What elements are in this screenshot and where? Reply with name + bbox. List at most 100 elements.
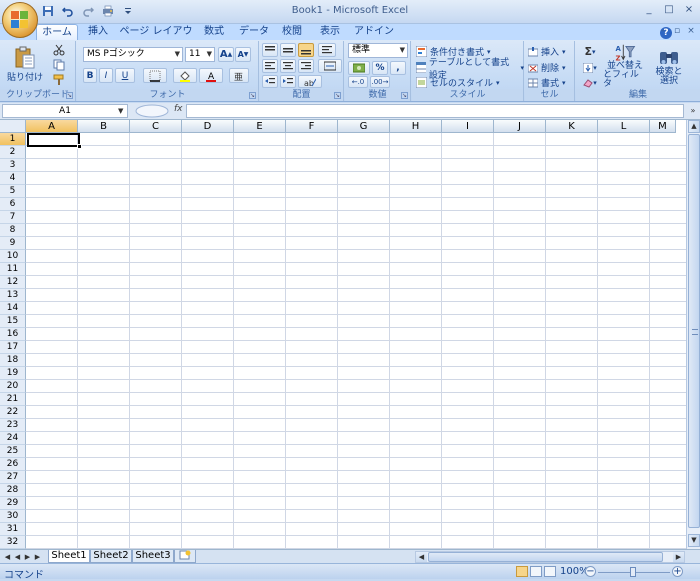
vertical-scrollbar[interactable]: ▲ ▼ xyxy=(686,120,700,549)
number-launcher-icon[interactable]: ↘ xyxy=(401,92,408,99)
formula-input[interactable] xyxy=(186,104,684,118)
format-painter-button[interactable] xyxy=(50,73,68,87)
wrap-text-button[interactable] xyxy=(318,43,336,57)
increase-indent-button[interactable] xyxy=(280,75,296,88)
row-header[interactable]: 12 xyxy=(0,276,26,289)
first-sheet-button[interactable]: ◀ xyxy=(3,551,12,563)
row-header[interactable]: 22 xyxy=(0,406,26,419)
column-header[interactable]: G xyxy=(338,120,390,133)
shrink-font-button[interactable]: A ▼ xyxy=(235,47,251,62)
workbook-close-button[interactable]: × xyxy=(686,26,696,36)
row-header[interactable]: 4 xyxy=(0,172,26,185)
tab-page-layout[interactable]: ページ レイアウト xyxy=(118,24,194,53)
row-header[interactable]: 17 xyxy=(0,341,26,354)
tab-insert[interactable]: 挿入 xyxy=(82,24,114,40)
tab-review[interactable]: 校閲 xyxy=(276,24,308,40)
active-cell[interactable] xyxy=(27,133,80,147)
autosum-button[interactable]: Σ ▾ xyxy=(579,43,601,60)
copy-button[interactable] xyxy=(50,58,68,72)
maximize-button[interactable]: □ xyxy=(662,4,676,17)
column-header[interactable]: M xyxy=(650,120,676,133)
sheet-tab-sheet3[interactable]: Sheet3 xyxy=(132,550,174,563)
paste-button[interactable]: 貼り付け xyxy=(6,43,44,85)
column-header[interactable]: L xyxy=(598,120,650,133)
column-header[interactable]: D xyxy=(182,120,234,133)
next-sheet-button[interactable]: ▶ xyxy=(23,551,32,563)
column-header[interactable]: I xyxy=(442,120,494,133)
minimize-button[interactable]: _ xyxy=(642,4,656,17)
column-header[interactable]: B xyxy=(78,120,130,133)
row-header[interactable]: 24 xyxy=(0,432,26,445)
row-header[interactable]: 26 xyxy=(0,458,26,471)
column-header[interactable]: A xyxy=(26,120,78,133)
row-header[interactable]: 19 xyxy=(0,367,26,380)
scroll-up-button[interactable]: ▲ xyxy=(688,120,700,133)
row-header[interactable]: 5 xyxy=(0,185,26,198)
row-header[interactable]: 8 xyxy=(0,224,26,237)
align-middle-button[interactable] xyxy=(280,43,296,57)
decrease-indent-button[interactable] xyxy=(262,75,278,88)
align-center-button[interactable] xyxy=(280,59,296,73)
row-header[interactable]: 10 xyxy=(0,250,26,263)
sheet-tab-sheet1[interactable]: Sheet1 xyxy=(48,550,90,563)
vertical-scroll-thumb[interactable] xyxy=(688,134,700,528)
align-left-button[interactable] xyxy=(262,59,278,73)
align-top-button[interactable] xyxy=(262,43,278,57)
cut-button[interactable] xyxy=(50,43,68,57)
prev-sheet-button[interactable]: ◀ xyxy=(13,551,22,563)
row-header[interactable]: 3 xyxy=(0,159,26,172)
align-bottom-button[interactable] xyxy=(298,43,314,57)
horizontal-scroll-thumb[interactable] xyxy=(428,552,663,562)
row-header[interactable]: 21 xyxy=(0,393,26,406)
percent-button[interactable]: % xyxy=(372,61,388,75)
expand-formula-bar-icon[interactable]: » xyxy=(688,105,698,117)
fill-color-button[interactable] xyxy=(173,68,197,83)
workbook-minimize-button[interactable]: – xyxy=(658,26,668,36)
row-header[interactable]: 20 xyxy=(0,380,26,393)
font-size-select[interactable]: 11 ▼ xyxy=(185,47,215,62)
orientation-button[interactable]: ab xyxy=(298,75,322,88)
column-header[interactable]: K xyxy=(546,120,598,133)
zoom-in-button[interactable]: + xyxy=(672,566,683,577)
row-header[interactable]: 30 xyxy=(0,510,26,523)
sheet-tab-sheet2[interactable]: Sheet2 xyxy=(90,550,132,563)
font-name-select[interactable]: MS Pゴシック ▼ xyxy=(83,47,183,62)
row-header[interactable]: 7 xyxy=(0,211,26,224)
page-break-view-button[interactable] xyxy=(544,566,556,577)
insert-function-button[interactable]: fx xyxy=(174,104,183,114)
row-header[interactable]: 29 xyxy=(0,497,26,510)
row-header[interactable]: 16 xyxy=(0,328,26,341)
font-launcher-icon[interactable]: ↘ xyxy=(249,92,256,99)
row-header[interactable]: 23 xyxy=(0,419,26,432)
tab-formulas[interactable]: 数式 xyxy=(198,24,230,40)
row-header[interactable]: 6 xyxy=(0,198,26,211)
tab-data[interactable]: データ xyxy=(236,24,272,40)
row-header[interactable]: 28 xyxy=(0,484,26,497)
alignment-launcher-icon[interactable]: ↘ xyxy=(334,92,341,99)
name-box[interactable]: A1 xyxy=(2,104,128,118)
tab-view[interactable]: 表示 xyxy=(314,24,346,40)
column-header[interactable]: E xyxy=(234,120,286,133)
scroll-down-button[interactable]: ▼ xyxy=(688,534,700,547)
row-header[interactable]: 18 xyxy=(0,354,26,367)
row-header[interactable]: 9 xyxy=(0,237,26,250)
column-header[interactable]: C xyxy=(130,120,182,133)
merge-center-button[interactable] xyxy=(318,59,342,73)
align-right-button[interactable] xyxy=(298,59,314,73)
underline-button[interactable]: U xyxy=(115,68,135,83)
scroll-right-button[interactable]: ▶ xyxy=(673,552,684,562)
tab-addins[interactable]: アドイン xyxy=(352,24,396,40)
italic-button[interactable]: I xyxy=(99,68,113,83)
currency-button[interactable] xyxy=(348,61,370,75)
insert-sheet-button[interactable] xyxy=(174,550,196,563)
fill-handle[interactable] xyxy=(77,144,82,149)
increase-decimal-button[interactable]: ←.0 xyxy=(348,76,368,88)
comma-button[interactable]: , xyxy=(390,61,406,75)
column-header[interactable]: J xyxy=(494,120,546,133)
row-header[interactable]: 15 xyxy=(0,315,26,328)
bold-button[interactable]: B xyxy=(83,68,97,83)
horizontal-scrollbar[interactable]: ◀ ▶ xyxy=(415,551,685,563)
cell-area[interactable] xyxy=(26,133,686,549)
workbook-restore-button[interactable]: ▫ xyxy=(672,26,682,36)
grow-font-button[interactable]: A ▲ xyxy=(218,47,234,62)
